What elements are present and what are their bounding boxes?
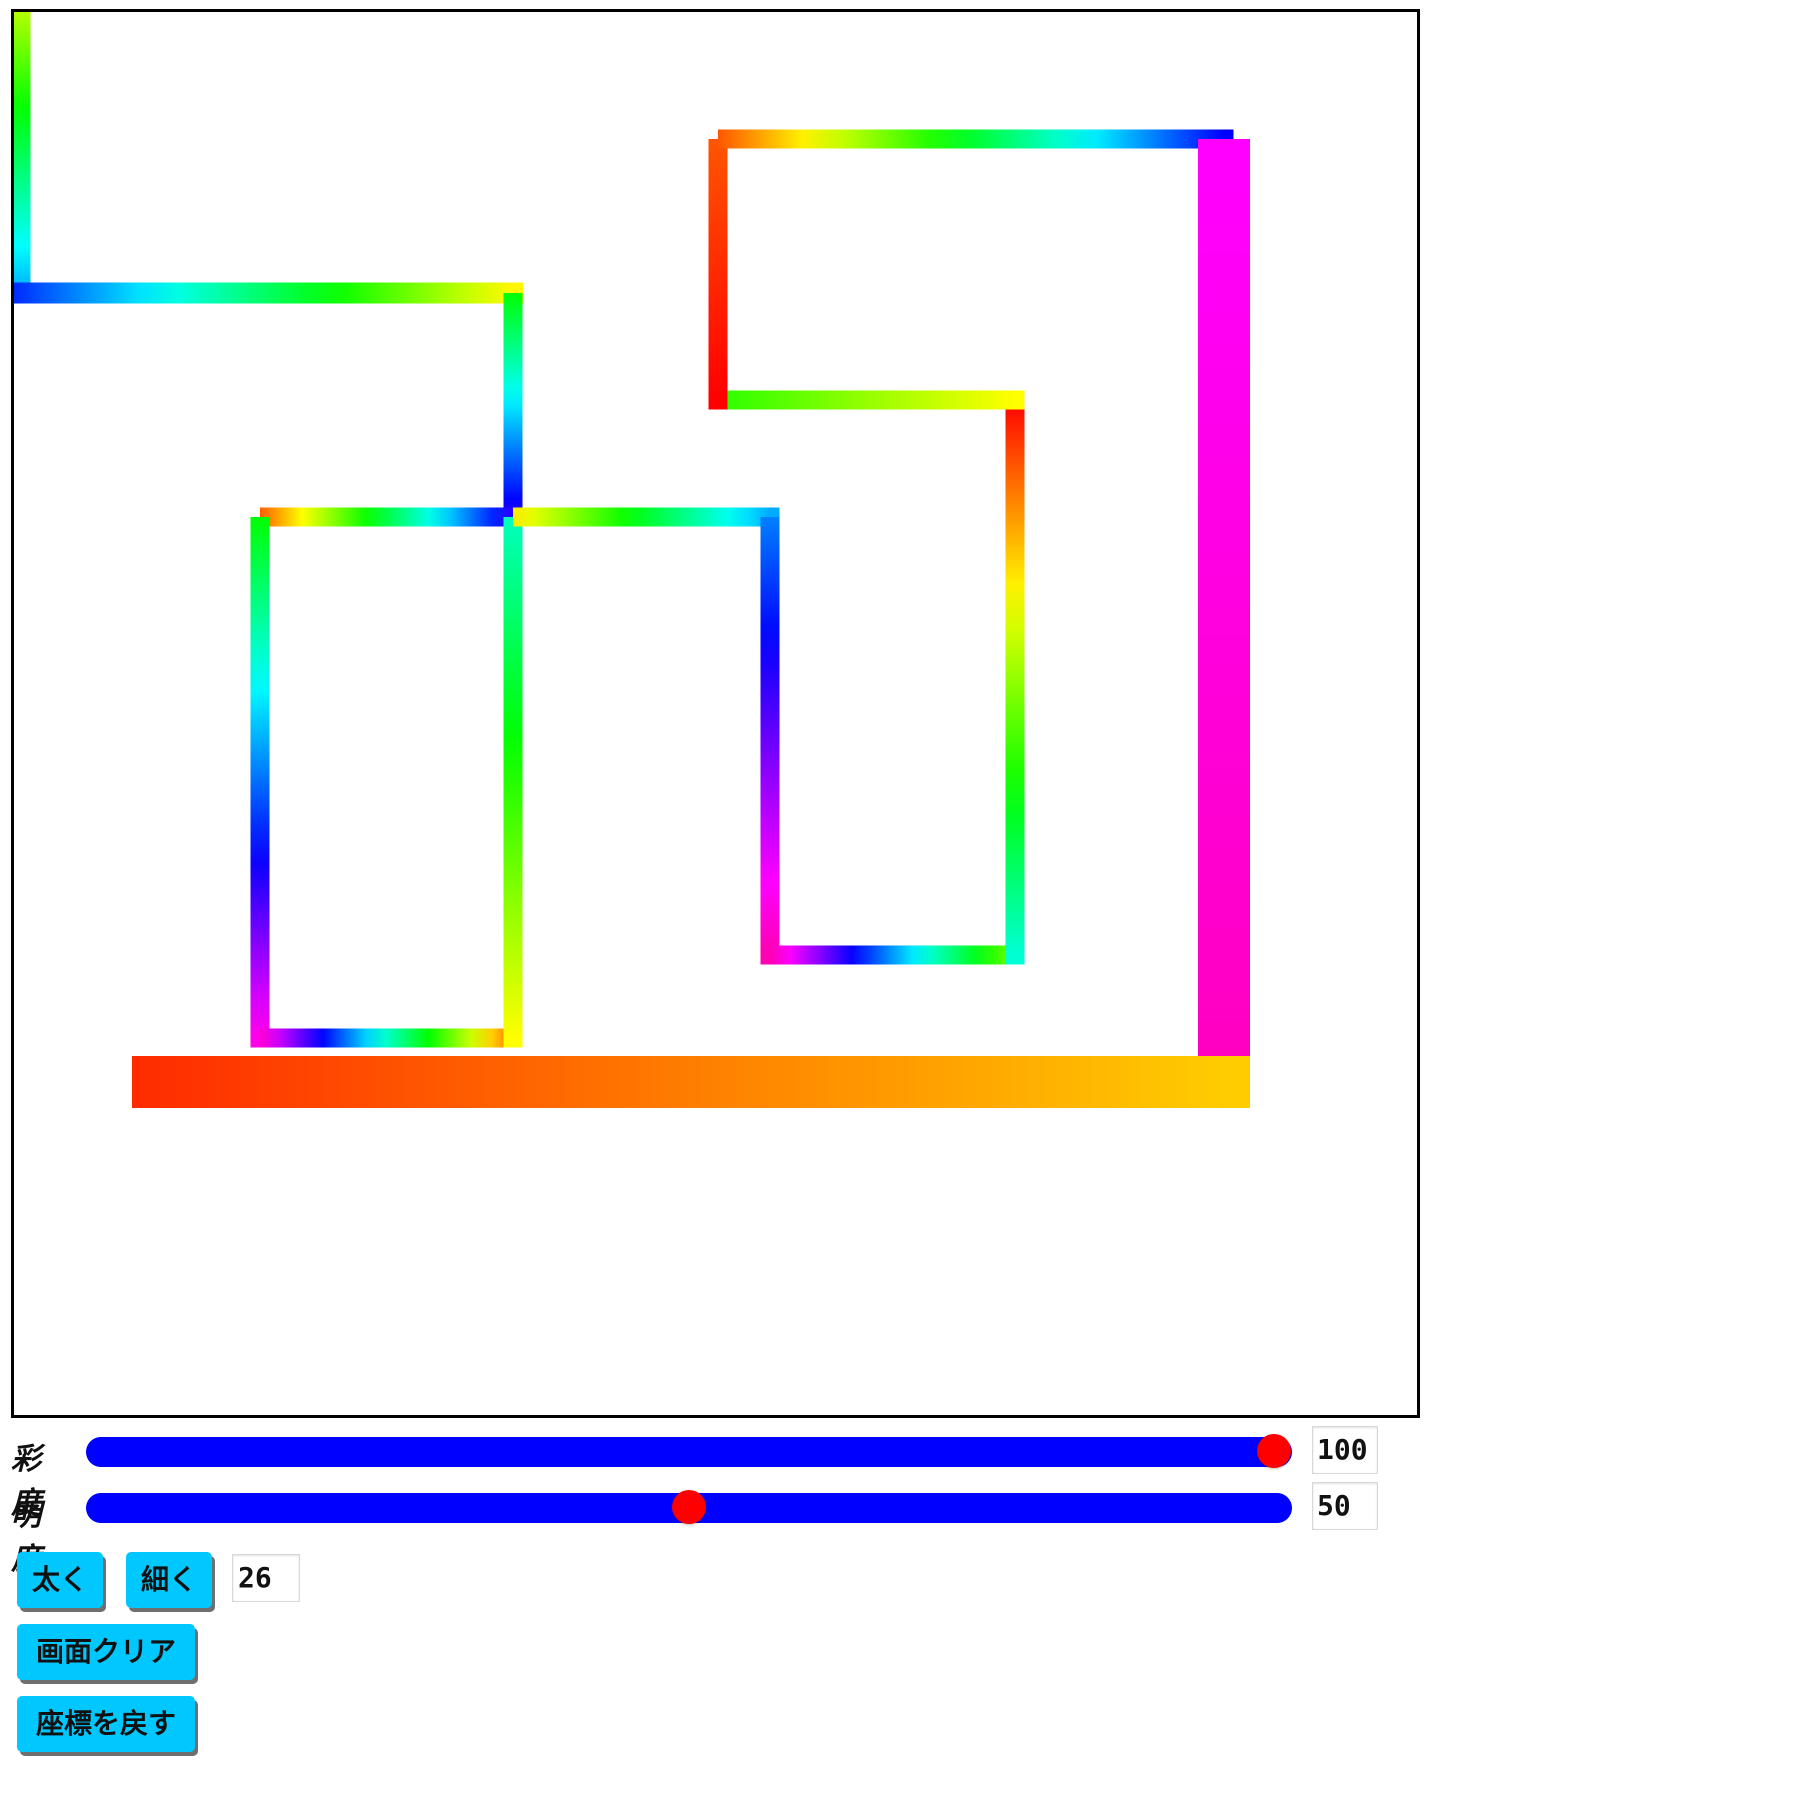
clear-canvas-button[interactable]: 画面クリア <box>17 1624 195 1680</box>
line-width-value[interactable]: 26 <box>232 1554 300 1602</box>
thicker-button[interactable]: 太く <box>17 1552 103 1608</box>
stroke-segment <box>1198 139 1250 1108</box>
stroke-segment <box>760 517 780 965</box>
stroke-segment <box>718 129 1234 149</box>
lightness-value[interactable]: 50 <box>1312 1482 1378 1530</box>
saturation-slider-thumb[interactable] <box>1256 1434 1291 1468</box>
stroke-segment <box>260 507 523 527</box>
saturation-slider[interactable] <box>86 1434 1292 1468</box>
stroke-segment <box>260 1028 523 1048</box>
saturation-value[interactable]: 100 <box>1312 1426 1378 1474</box>
undo-coordinate-button[interactable]: 座標を戻す <box>17 1696 195 1752</box>
stroke-segment <box>250 517 270 1048</box>
stroke-segment <box>14 282 524 304</box>
thinner-button[interactable]: 細く <box>126 1552 212 1608</box>
stroke-segment <box>1005 400 1025 965</box>
stroke-segment <box>708 139 728 410</box>
stroke-segment <box>14 12 31 304</box>
stroke-segment <box>132 1056 1250 1108</box>
stroke-segment <box>503 517 523 1048</box>
drawing-canvas[interactable] <box>11 9 1420 1418</box>
lightness-slider[interactable] <box>86 1490 1292 1524</box>
stroke-segment <box>503 293 523 527</box>
drawing-surface[interactable] <box>14 12 1417 1415</box>
lightness-slider-thumb[interactable] <box>672 1490 706 1524</box>
stroke-segment <box>770 945 1025 965</box>
stroke-segment <box>513 507 780 527</box>
stroke-segment <box>718 390 1025 410</box>
